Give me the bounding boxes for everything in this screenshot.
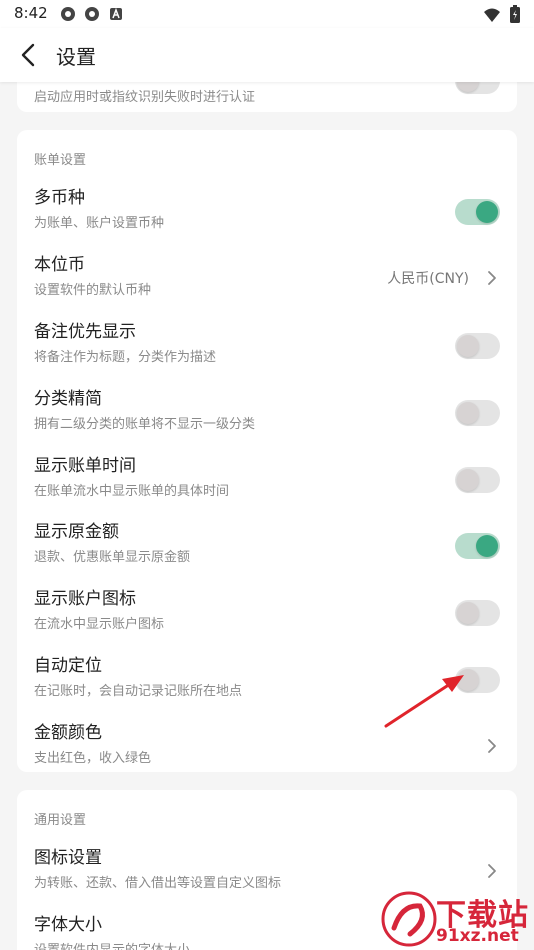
row-subtitle: 退款、优惠账单显示原金额 — [34, 550, 191, 565]
chevron-right-icon — [488, 271, 496, 285]
row-title: 字体大小 — [34, 915, 102, 935]
toggle-knob — [457, 335, 479, 357]
row-subtitle: 拥有二级分类的账单将不显示一级分类 — [34, 417, 256, 432]
status-bar: 8:42 — [0, 0, 534, 28]
back-arrow-icon[interactable] — [14, 40, 44, 70]
row-title: 分类精简 — [34, 389, 102, 409]
row-title: 自动定位 — [34, 656, 102, 676]
setting-row-show-original-amount[interactable]: 显示原金额 退款、优惠账单显示原金额 — [17, 511, 517, 577]
status-time: 8:42 — [14, 4, 48, 22]
setting-row-category-simplify[interactable]: 分类精简 拥有二级分类的账单将不显示一级分类 — [17, 378, 517, 444]
watermark-logo-icon — [381, 891, 437, 947]
section-title: 通用设置 — [34, 813, 87, 828]
show-account-icon-toggle[interactable] — [455, 600, 500, 626]
row-subtitle: 在流水中显示账户图标 — [34, 617, 165, 632]
row-subtitle: 在账单流水中显示账单的具体时间 — [34, 484, 230, 499]
wifi-icon — [483, 8, 500, 22]
toggle-knob — [457, 602, 479, 624]
row-subtitle: 为转账、还款、借入借出等设置自定义图标 — [34, 876, 282, 891]
show-bill-time-toggle[interactable] — [455, 467, 500, 493]
row-subtitle: 为账单、账户设置币种 — [34, 216, 165, 231]
row-title: 显示账户图标 — [34, 589, 136, 609]
row-subtitle: 设置软件的默认币种 — [34, 283, 152, 298]
row-subtitle: 将备注作为标题，分类作为描述 — [34, 350, 217, 365]
setting-row-note-first[interactable]: 备注优先显示 将备注作为标题，分类作为描述 — [17, 311, 517, 377]
setting-row-multi-currency[interactable]: 多币种 为账单、账户设置币种 — [17, 177, 517, 243]
show-original-amount-toggle[interactable] — [455, 533, 500, 559]
row-subtitle: 支出红色，收入绿色 — [34, 751, 152, 766]
row-title: 多币种 — [34, 188, 85, 208]
category-simplify-toggle[interactable] — [455, 400, 500, 426]
currency-value: 人民币(CNY) — [387, 271, 469, 287]
gear-icon — [61, 7, 75, 21]
app-bar: 设置 — [0, 28, 534, 82]
row-subtitle: 启动应用时或指纹识别失败时进行认证 — [34, 90, 256, 105]
toggle-knob — [476, 201, 498, 223]
toggle-knob — [476, 535, 498, 557]
toggle-knob — [457, 469, 479, 491]
row-title: 备注优先显示 — [34, 322, 136, 342]
row-title: 图标设置 — [34, 848, 102, 868]
note-first-toggle[interactable] — [455, 333, 500, 359]
row-title: 金额颜色 — [34, 723, 102, 743]
chevron-right-icon — [488, 864, 496, 878]
setting-row-base-currency[interactable]: 本位币 设置软件的默认币种 人民币(CNY) — [17, 244, 517, 310]
gear-icon — [85, 7, 99, 21]
watermark-url-text: 91xz.net — [436, 926, 519, 946]
watermark: 下载站 91xz.net — [380, 888, 534, 950]
toggle-knob — [457, 402, 479, 424]
row-title: 本位币 — [34, 255, 85, 275]
setting-row-show-bill-time[interactable]: 显示账单时间 在账单流水中显示账单的具体时间 — [17, 445, 517, 511]
battery-icon — [510, 5, 520, 23]
setting-row-show-account-icon[interactable]: 显示账户图标 在流水中显示账户图标 — [17, 578, 517, 644]
page-title: 设置 — [56, 45, 96, 69]
row-title: 显示账单时间 — [34, 456, 136, 476]
row-title: 显示原金额 — [34, 522, 119, 542]
annotation-arrow-icon — [384, 675, 464, 728]
multi-currency-toggle[interactable] — [455, 199, 500, 225]
row-subtitle: 设置软件内显示的字体大小 — [34, 939, 190, 950]
chevron-right-icon — [488, 739, 496, 753]
section-title: 账单设置 — [34, 153, 87, 168]
row-subtitle: 在记账时，会自动记录记账所在地点 — [34, 684, 243, 699]
a-badge-icon — [110, 7, 122, 20]
